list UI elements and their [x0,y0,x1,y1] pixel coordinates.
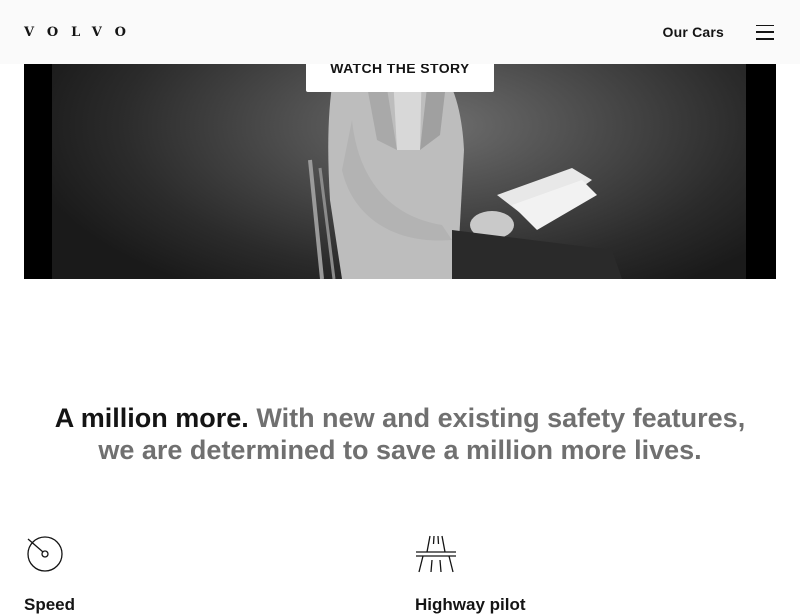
menu-line [756,31,774,33]
site-header: VOLVO Our Cars [0,0,800,64]
menu-line [756,24,774,26]
feature-title: Speed [24,595,76,614]
our-cars-link[interactable]: Our Cars [662,24,724,40]
statement-lead: A million more. [54,403,249,433]
feature-title: Highway pilot [415,595,526,614]
safety-statement: A million more. With new and existing sa… [40,402,760,466]
header-nav: Our Cars [662,24,774,40]
feature-highway-pilot: Highway pilot [415,534,526,615]
menu-line [756,38,774,40]
feature-speed: Speed [24,534,75,615]
highway-icon [416,535,456,573]
hamburger-menu-icon[interactable] [756,24,774,40]
volvo-logo[interactable]: VOLVO [24,22,126,42]
speedometer-icon [27,536,63,572]
